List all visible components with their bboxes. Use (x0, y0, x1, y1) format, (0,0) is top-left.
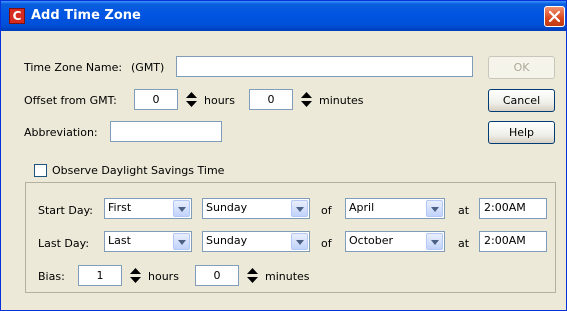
bias-minutes-spin-arrows-icon[interactable] (246, 267, 259, 284)
gmt-prefix-label: (GMT) (131, 61, 165, 74)
last-month-value: October (349, 234, 394, 247)
last-month-select[interactable]: October (345, 231, 445, 252)
cancel-button[interactable]: Cancel (488, 89, 555, 112)
last-month-dropdown-arrow[interactable] (426, 233, 443, 250)
abbreviation-input[interactable] (110, 121, 222, 142)
start-of-label: of (321, 204, 332, 217)
chevron-down-icon (178, 207, 186, 212)
bias-hours-spinner[interactable]: 1 (78, 265, 122, 286)
start-weekday-value: Sunday (206, 201, 248, 214)
offset-from-gmt-label: Offset from GMT: (24, 94, 117, 107)
bias-hours-unit-label: hours (148, 270, 179, 283)
chevron-down-icon (296, 240, 304, 245)
last-week-dropdown-arrow[interactable] (173, 233, 190, 250)
start-week-value: First (108, 201, 132, 214)
last-week-value: Last (108, 234, 131, 247)
offset-hours-unit-label: hours (204, 94, 235, 107)
last-weekday-select[interactable]: Sunday (202, 231, 310, 252)
abbreviation-label: Abbreviation: (24, 126, 98, 139)
start-week-dropdown-arrow[interactable] (173, 200, 190, 217)
last-of-label: of (321, 237, 332, 250)
add-time-zone-dialog: C Add Time Zone Time Zone Name: (GMT) OK… (0, 0, 567, 311)
chevron-down-icon (178, 240, 186, 245)
offset-hours-spinner[interactable]: 0 (134, 89, 178, 110)
app-logo-icon: C (9, 8, 25, 24)
last-time-input[interactable]: 2:00AM (479, 231, 547, 252)
last-week-select[interactable]: Last (104, 231, 192, 252)
last-at-label: at (458, 237, 470, 250)
ok-button[interactable]: OK (488, 56, 555, 79)
start-week-select[interactable]: First (104, 198, 192, 219)
observe-dst-checkbox[interactable] (34, 164, 47, 177)
start-month-value: April (349, 201, 375, 214)
offset-minutes-unit-label: minutes (319, 94, 364, 107)
start-time-input[interactable]: 2:00AM (479, 198, 547, 219)
time-zone-name-label: Time Zone Name: (24, 61, 123, 74)
chevron-down-icon (296, 207, 304, 212)
offset-minutes-spinner[interactable]: 0 (249, 89, 293, 110)
bias-minutes-spinner[interactable]: 0 (195, 265, 239, 286)
start-weekday-select[interactable]: Sunday (202, 198, 310, 219)
close-icon (549, 11, 560, 22)
last-day-label: Last Day: (38, 237, 90, 250)
bias-hours-spin-arrows-icon[interactable] (129, 267, 142, 284)
last-weekday-value: Sunday (206, 234, 248, 247)
offset-minutes-spin-arrows-icon[interactable] (300, 91, 313, 108)
start-day-label: Start Day: (38, 204, 93, 217)
dialog-title: Add Time Zone (31, 8, 141, 23)
help-button[interactable]: Help (488, 121, 555, 144)
start-month-dropdown-arrow[interactable] (426, 200, 443, 217)
bias-label: Bias: (38, 270, 65, 283)
chevron-down-icon (431, 240, 439, 245)
title-bar[interactable]: C Add Time Zone (1, 1, 566, 31)
chevron-down-icon (431, 207, 439, 212)
observe-dst-label[interactable]: Observe Daylight Savings Time (52, 164, 224, 177)
start-weekday-dropdown-arrow[interactable] (291, 200, 308, 217)
time-zone-name-input[interactable] (176, 56, 473, 77)
offset-hours-spin-arrows-icon[interactable] (185, 91, 198, 108)
close-button[interactable] (544, 6, 565, 27)
bias-minutes-unit-label: minutes (265, 270, 310, 283)
start-month-select[interactable]: April (345, 198, 445, 219)
start-at-label: at (458, 204, 470, 217)
last-weekday-dropdown-arrow[interactable] (291, 233, 308, 250)
